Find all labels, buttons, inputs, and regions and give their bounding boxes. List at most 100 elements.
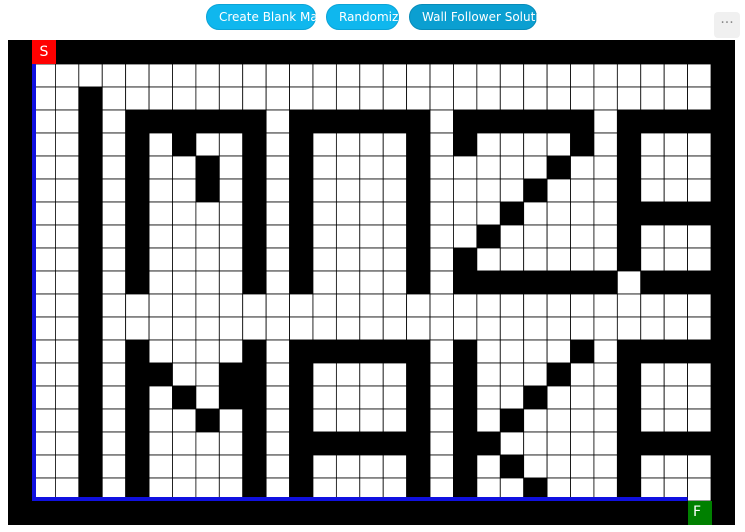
open-cell[interactable] bbox=[429, 201, 454, 226]
open-cell[interactable] bbox=[55, 431, 80, 456]
open-cell[interactable] bbox=[429, 132, 454, 157]
wall-cell[interactable] bbox=[406, 132, 431, 157]
open-cell[interactable] bbox=[663, 408, 688, 433]
open-cell[interactable] bbox=[148, 454, 173, 479]
open-cell[interactable] bbox=[172, 155, 197, 180]
open-cell[interactable] bbox=[55, 339, 80, 364]
open-cell[interactable] bbox=[172, 247, 197, 272]
open-cell[interactable] bbox=[265, 270, 290, 295]
open-cell[interactable] bbox=[265, 454, 290, 479]
wall-cell[interactable] bbox=[78, 201, 103, 226]
open-cell[interactable] bbox=[593, 178, 618, 203]
wall-cell[interactable] bbox=[406, 247, 431, 272]
open-cell[interactable] bbox=[546, 178, 571, 203]
open-cell[interactable] bbox=[546, 63, 571, 88]
open-cell[interactable] bbox=[55, 293, 80, 318]
open-cell[interactable] bbox=[593, 339, 618, 364]
open-cell[interactable] bbox=[148, 316, 173, 341]
open-cell[interactable] bbox=[640, 316, 665, 341]
open-cell[interactable] bbox=[335, 132, 361, 157]
open-cell[interactable] bbox=[382, 385, 408, 410]
open-cell[interactable] bbox=[195, 293, 220, 318]
wall-cell[interactable] bbox=[359, 109, 384, 134]
wall-cell[interactable] bbox=[663, 109, 688, 134]
open-cell[interactable] bbox=[476, 63, 501, 88]
wall-cell[interactable] bbox=[453, 109, 478, 134]
wall-cell[interactable] bbox=[242, 132, 267, 157]
open-cell[interactable] bbox=[55, 86, 80, 111]
open-cell[interactable] bbox=[429, 63, 454, 88]
wall-cell[interactable] bbox=[687, 270, 712, 295]
open-cell[interactable] bbox=[218, 86, 244, 111]
open-cell[interactable] bbox=[382, 408, 408, 433]
open-cell[interactable] bbox=[406, 316, 431, 341]
open-cell[interactable] bbox=[429, 385, 454, 410]
open-cell[interactable] bbox=[429, 155, 454, 180]
open-cell[interactable] bbox=[148, 63, 173, 88]
open-cell[interactable] bbox=[593, 63, 618, 88]
open-cell[interactable] bbox=[640, 247, 665, 272]
wall-cell[interactable] bbox=[570, 132, 595, 157]
open-cell[interactable] bbox=[663, 155, 688, 180]
open-cell[interactable] bbox=[172, 408, 197, 433]
wall-cell[interactable] bbox=[616, 224, 642, 249]
open-cell[interactable] bbox=[195, 132, 220, 157]
wall-cell[interactable] bbox=[663, 339, 688, 364]
open-cell[interactable] bbox=[593, 109, 618, 134]
wall-cell[interactable] bbox=[78, 316, 103, 341]
open-cell[interactable] bbox=[687, 316, 712, 341]
open-cell[interactable] bbox=[640, 178, 665, 203]
wall-cell[interactable] bbox=[406, 224, 431, 249]
open-cell[interactable] bbox=[359, 247, 384, 272]
wall-cell[interactable] bbox=[218, 385, 244, 410]
open-cell[interactable] bbox=[523, 132, 548, 157]
open-cell[interactable] bbox=[359, 362, 384, 387]
open-cell[interactable] bbox=[546, 316, 571, 341]
open-cell[interactable] bbox=[101, 178, 127, 203]
wall-cell[interactable] bbox=[523, 178, 548, 203]
open-cell[interactable] bbox=[382, 201, 408, 226]
open-cell[interactable] bbox=[687, 132, 712, 157]
open-cell[interactable] bbox=[406, 63, 431, 88]
open-cell[interactable] bbox=[382, 224, 408, 249]
open-cell[interactable] bbox=[523, 86, 548, 111]
wall-cell[interactable] bbox=[499, 109, 525, 134]
open-cell[interactable] bbox=[359, 385, 384, 410]
open-cell[interactable] bbox=[359, 155, 384, 180]
open-cell[interactable] bbox=[523, 247, 548, 272]
wall-cell[interactable] bbox=[242, 362, 267, 387]
open-cell[interactable] bbox=[382, 293, 408, 318]
open-cell[interactable] bbox=[499, 316, 525, 341]
open-cell[interactable] bbox=[359, 270, 384, 295]
wall-cell[interactable] bbox=[453, 385, 478, 410]
wall-cell[interactable] bbox=[476, 224, 501, 249]
open-cell[interactable] bbox=[570, 178, 595, 203]
open-cell[interactable] bbox=[429, 270, 454, 295]
open-cell[interactable] bbox=[148, 247, 173, 272]
open-cell[interactable] bbox=[55, 201, 80, 226]
open-cell[interactable] bbox=[476, 293, 501, 318]
wall-cell[interactable] bbox=[289, 201, 314, 226]
wall-cell[interactable] bbox=[78, 408, 103, 433]
open-cell[interactable] bbox=[101, 247, 127, 272]
open-cell[interactable] bbox=[125, 316, 150, 341]
open-cell[interactable] bbox=[172, 454, 197, 479]
wall-cell[interactable] bbox=[616, 109, 642, 134]
wall-cell[interactable] bbox=[172, 109, 197, 134]
wall-cell[interactable] bbox=[406, 201, 431, 226]
wall-cell[interactable] bbox=[289, 224, 314, 249]
wall-cell[interactable] bbox=[312, 339, 337, 364]
wall-cell[interactable] bbox=[312, 109, 337, 134]
wall-cell[interactable] bbox=[453, 339, 478, 364]
wall-cell[interactable] bbox=[289, 270, 314, 295]
open-cell[interactable] bbox=[546, 201, 571, 226]
open-cell[interactable] bbox=[593, 454, 618, 479]
open-cell[interactable] bbox=[148, 201, 173, 226]
wall-cell[interactable] bbox=[499, 270, 525, 295]
wall-cell[interactable] bbox=[570, 109, 595, 134]
open-cell[interactable] bbox=[382, 178, 408, 203]
open-cell[interactable] bbox=[523, 431, 548, 456]
open-cell[interactable] bbox=[265, 155, 290, 180]
open-cell[interactable] bbox=[523, 224, 548, 249]
open-cell[interactable] bbox=[55, 362, 80, 387]
